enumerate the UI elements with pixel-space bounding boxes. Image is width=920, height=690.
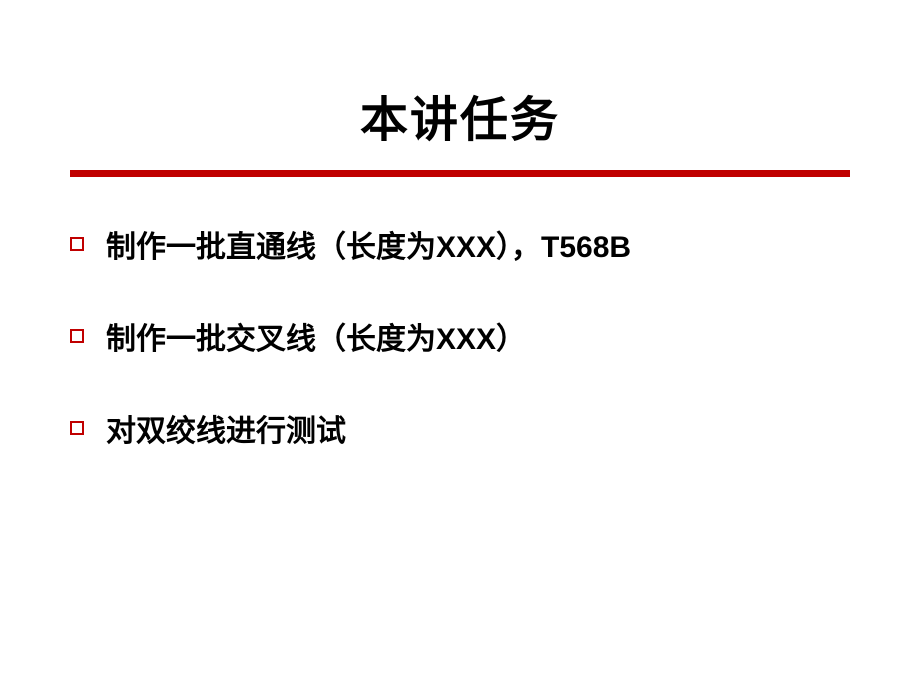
square-bullet-icon	[70, 237, 84, 251]
bullet-text: 制作一批交叉线（长度为XXX）	[106, 319, 526, 361]
list-item: 制作一批交叉线（长度为XXX）	[70, 319, 850, 361]
slide-container: 本讲任务 制作一批直通线（长度为XXX），T568B 制作一批交叉线（长度为XX…	[0, 0, 920, 690]
bullet-text: 制作一批直通线（长度为XXX），T568B	[106, 227, 631, 269]
slide-title: 本讲任务	[70, 80, 850, 150]
square-bullet-icon	[70, 421, 84, 435]
list-item: 对双绞线进行测试	[70, 411, 850, 453]
list-item: 制作一批直通线（长度为XXX），T568B	[70, 227, 850, 269]
bullet-text: 对双绞线进行测试	[106, 411, 346, 453]
square-bullet-icon	[70, 329, 84, 343]
title-divider	[70, 170, 850, 177]
bullet-list: 制作一批直通线（长度为XXX），T568B 制作一批交叉线（长度为XXX） 对双…	[70, 227, 850, 453]
